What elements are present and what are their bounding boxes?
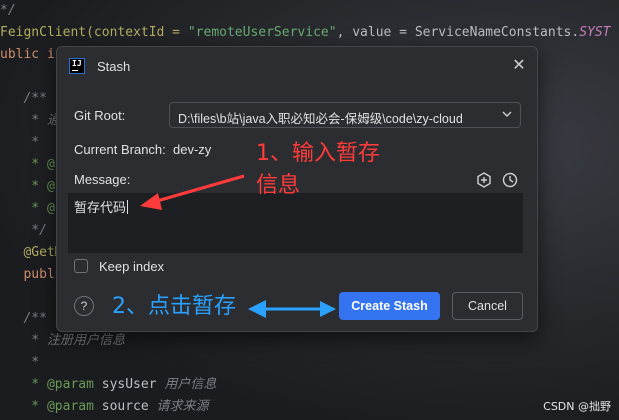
red-arrow	[140, 174, 245, 210]
watermark: CSDN @拙野	[543, 400, 611, 413]
annotation-arrows	[140, 174, 336, 318]
blue-arrow	[248, 300, 336, 318]
